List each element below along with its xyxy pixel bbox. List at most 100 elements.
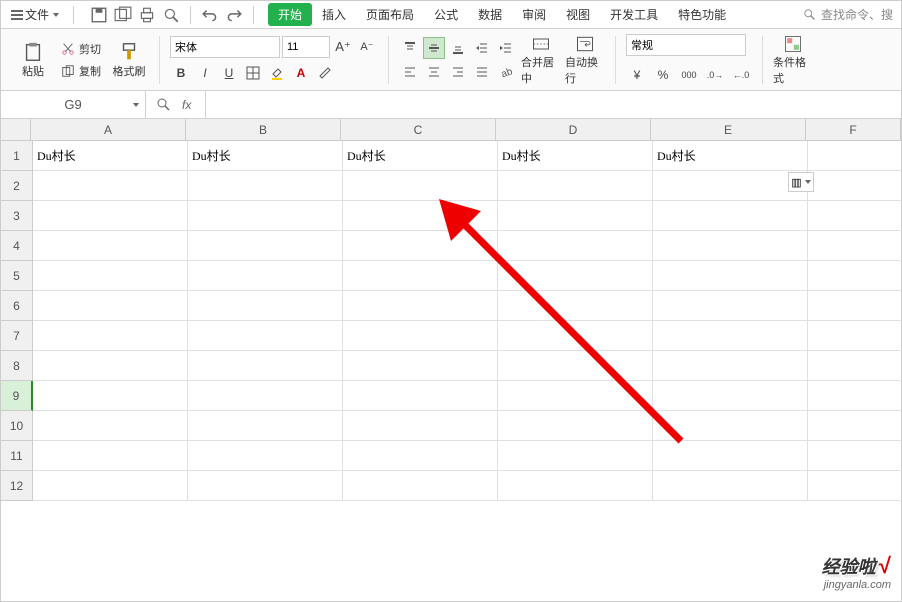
row-header[interactable]: 6 [1,291,33,321]
column-header[interactable]: B [186,119,341,141]
cell[interactable] [33,291,188,321]
row-header[interactable]: 7 [1,321,33,351]
row-header[interactable]: 9 [1,381,33,411]
row-header[interactable]: 3 [1,201,33,231]
cell[interactable] [343,261,498,291]
align-top-icon[interactable] [399,37,421,59]
cell[interactable] [808,471,902,501]
border-button[interactable] [242,62,264,84]
cell[interactable] [343,201,498,231]
cell[interactable] [33,201,188,231]
cell[interactable] [188,261,343,291]
cell[interactable] [188,441,343,471]
merge-center-button[interactable]: 合并居中 [521,34,561,86]
cell[interactable] [33,351,188,381]
cell[interactable] [188,351,343,381]
cell[interactable] [808,441,902,471]
cell[interactable] [33,381,188,411]
cell[interactable] [653,441,808,471]
decrease-decimal-icon[interactable]: ←.0 [730,64,752,86]
row-header[interactable]: 10 [1,411,33,441]
cell[interactable]: Du村长 [188,141,343,171]
cell[interactable] [808,171,902,201]
save-icon[interactable] [90,6,108,24]
paste-options-button[interactable]: ▥ [788,172,814,192]
percent-icon[interactable]: % [652,64,674,86]
increase-decimal-icon[interactable]: .0→ [704,64,726,86]
cell[interactable] [653,471,808,501]
cell[interactable] [808,201,902,231]
cell[interactable] [343,291,498,321]
cell[interactable] [653,201,808,231]
cell[interactable] [653,381,808,411]
cell[interactable] [188,291,343,321]
cell[interactable]: Du村长 [498,141,653,171]
font-size-select[interactable] [282,36,330,58]
formula-input[interactable] [205,91,901,118]
cell[interactable] [33,441,188,471]
copy-button[interactable]: 复制 [57,61,105,81]
currency-icon[interactable]: ¥ [626,64,648,86]
row-header[interactable]: 12 [1,471,33,501]
cell[interactable] [343,351,498,381]
column-header[interactable]: A [31,119,186,141]
increase-font-icon[interactable]: A⁺ [332,36,354,58]
column-header[interactable]: C [341,119,496,141]
italic-button[interactable]: I [194,62,216,84]
cell[interactable]: Du村长 [653,141,808,171]
cell[interactable] [498,171,653,201]
cell[interactable] [188,201,343,231]
orientation-icon[interactable]: ab [495,61,517,83]
bold-button[interactable]: B [170,62,192,84]
align-left-icon[interactable] [399,61,421,83]
column-header[interactable]: D [496,119,651,141]
cell[interactable] [808,141,902,171]
wrap-text-button[interactable]: 自动换行 [565,34,605,86]
print-icon[interactable] [138,6,156,24]
cell[interactable] [653,411,808,441]
cell[interactable] [33,411,188,441]
zoom-icon[interactable] [156,97,172,113]
paste-button[interactable]: 粘贴 [13,34,53,86]
cell[interactable] [808,321,902,351]
format-painter-button[interactable]: 格式刷 [109,34,149,86]
fx-label[interactable]: fx [182,98,191,112]
cell[interactable] [653,351,808,381]
decrease-font-icon[interactable]: A⁻ [356,36,378,58]
cell[interactable] [498,231,653,261]
cell[interactable] [653,231,808,261]
cell[interactable] [808,291,902,321]
cell[interactable] [653,261,808,291]
select-all-corner[interactable] [1,119,31,141]
row-header[interactable]: 8 [1,351,33,381]
row-header[interactable]: 5 [1,261,33,291]
number-format-select[interactable] [626,34,746,56]
cell[interactable] [33,321,188,351]
decrease-indent-icon[interactable] [471,37,493,59]
redo-icon[interactable] [225,6,243,24]
cell[interactable] [33,231,188,261]
cell[interactable] [498,201,653,231]
tab-formula[interactable]: 公式 [424,2,468,27]
cell[interactable] [653,291,808,321]
row-header[interactable]: 1 [1,141,33,171]
column-header[interactable]: F [806,119,901,141]
save-as-icon[interactable] [114,6,132,24]
row-header[interactable]: 2 [1,171,33,201]
cell[interactable] [498,351,653,381]
cell[interactable] [343,231,498,261]
cell[interactable] [808,231,902,261]
font-name-select[interactable] [170,36,280,58]
conditional-format-button[interactable]: 条件格式 [773,34,813,86]
cell[interactable] [188,321,343,351]
tab-insert[interactable]: 插入 [312,2,356,27]
cell[interactable]: Du村长 [33,141,188,171]
increase-indent-icon[interactable] [495,37,517,59]
cell[interactable] [498,411,653,441]
cell[interactable] [188,381,343,411]
cell[interactable] [188,231,343,261]
cell[interactable] [343,471,498,501]
tab-review[interactable]: 审阅 [512,2,556,27]
cell[interactable] [653,171,808,201]
undo-icon[interactable] [201,6,219,24]
